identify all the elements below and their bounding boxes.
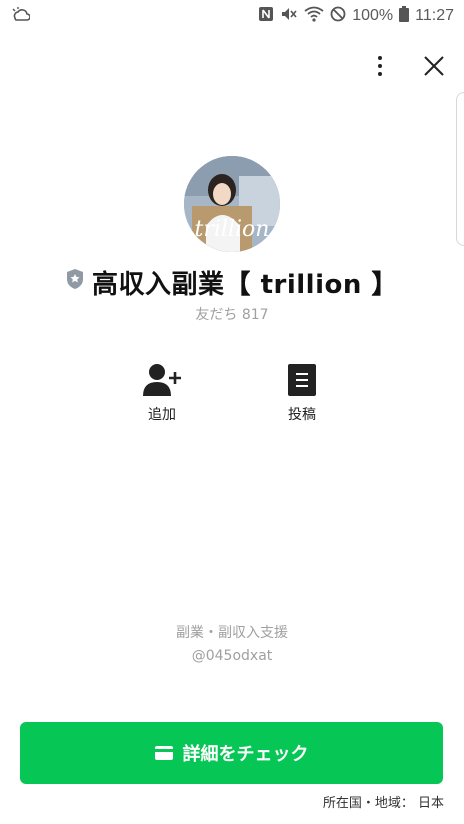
nfc-icon (258, 6, 274, 26)
wallet-icon (154, 746, 173, 760)
post-icon (288, 364, 316, 396)
check-details-label: 詳細をチェック (182, 744, 309, 765)
add-friend-icon (143, 364, 181, 396)
add-friend-label: 追加 (148, 407, 176, 423)
profile-avatar[interactable]: trillion (184, 156, 280, 252)
account-id: @045odxat (191, 648, 273, 664)
country-region: 所在国・地域： 日本 (322, 796, 444, 811)
wifi-icon (304, 6, 324, 26)
avatar-logo-text: trillion (195, 217, 270, 242)
posts-label: 投稿 (288, 407, 316, 423)
profile-name: 高収入副業【 trillion 】 (92, 270, 398, 300)
clock: 11:27 (415, 7, 454, 24)
battery-icon (399, 6, 410, 26)
weather-icon (10, 6, 31, 24)
battery-percentage: 100% (352, 7, 394, 24)
check-details-button[interactable]: 詳細をチェック (20, 722, 443, 784)
status-bar: 100% 11:27 (0, 0, 464, 32)
mute-icon (280, 6, 298, 26)
verified-shield-icon (67, 268, 84, 289)
friends-count: 友だち 817 (195, 307, 269, 323)
top-actions (366, 52, 448, 80)
more-options-button[interactable] (366, 52, 394, 80)
do-not-disturb-icon (330, 6, 346, 26)
close-button[interactable] (420, 52, 448, 80)
more-vertical-icon (378, 56, 382, 76)
side-panel-handle[interactable] (456, 92, 464, 246)
posts-button[interactable]: 投稿 (262, 362, 342, 424)
profile-name-row: 高収入副業【 trillion 】 (0, 264, 464, 301)
account-category: 副業・副収入支援 (176, 625, 288, 641)
add-friend-button[interactable]: 追加 (122, 362, 202, 424)
close-icon (424, 56, 444, 76)
